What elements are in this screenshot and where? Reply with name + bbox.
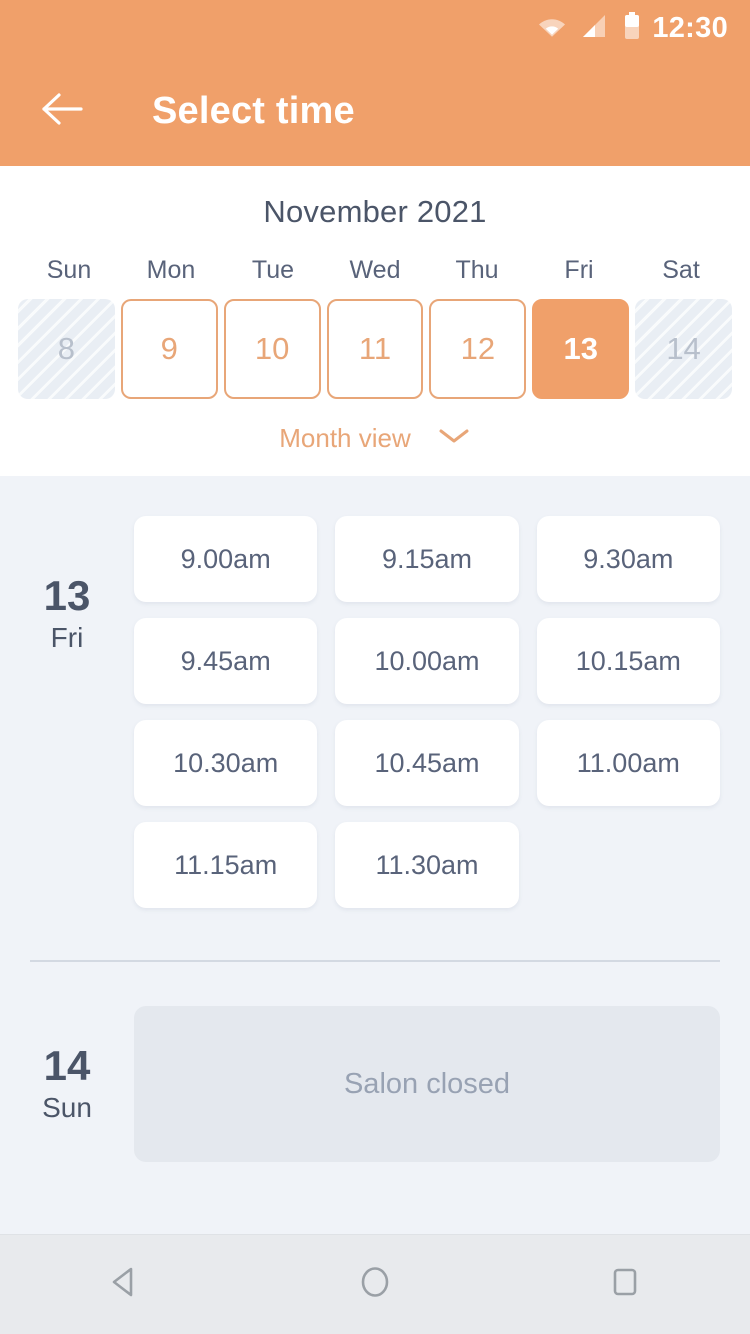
calendar-day-row: 8 9 10 11 12 13 14: [0, 299, 750, 399]
calendar-day-14: 14: [635, 299, 732, 399]
nav-back-triangle-icon: [106, 1263, 144, 1306]
salon-closed-panel: Salon closed: [134, 1006, 720, 1162]
schedule-day-14: 14 Sun Salon closed: [0, 962, 750, 1162]
schedule-day-number: 13: [43, 572, 91, 619]
calendar-month-title: November 2021: [263, 194, 487, 229]
status-bar: 12:30: [0, 0, 750, 56]
chevron-down-icon: [437, 426, 471, 451]
schedule-day-weekday: Sun: [42, 1092, 92, 1124]
schedule-list: 13 Fri 9.00am 9.15am 9.30am 9.45am 10.00…: [0, 476, 750, 1234]
weekday-header-row: Sun Mon Tue Wed Thu Fri Sat: [0, 256, 750, 285]
android-nav-bar: [0, 1234, 750, 1334]
calendar-day-12[interactable]: 12: [429, 299, 527, 399]
weekday-label: Mon: [146, 256, 196, 284]
time-slot[interactable]: 11.30am: [335, 822, 519, 908]
app-bar: Select time: [0, 56, 750, 166]
weekday-label: Sun: [46, 256, 92, 284]
wifi-icon: [538, 15, 566, 42]
calendar-strip: November 2021 Sun Mon Tue Wed Thu Fri Sa…: [0, 166, 750, 476]
schedule-day-weekday: Fri: [50, 622, 84, 654]
time-slot[interactable]: 11.15am: [134, 822, 318, 908]
calendar-day-13[interactable]: 13: [532, 299, 630, 399]
battery-icon: [624, 11, 640, 45]
weekday-label: Tue: [251, 256, 295, 284]
schedule-day-13: 13 Fri 9.00am 9.15am 9.30am 9.45am 10.00…: [0, 516, 750, 908]
schedule-day-label: 13 Fri: [0, 516, 134, 654]
time-slot[interactable]: 10.00am: [335, 618, 519, 704]
weekday-label: Fri: [564, 256, 594, 284]
nav-recents-square-icon: [606, 1263, 644, 1306]
status-bar-clock: 12:30: [652, 11, 728, 44]
nav-home-circle-icon: [356, 1263, 394, 1306]
time-slot[interactable]: 9.45am: [134, 618, 318, 704]
arrow-left-icon: [41, 92, 85, 131]
time-slot[interactable]: 11.00am: [536, 720, 720, 806]
calendar-day-11[interactable]: 11: [326, 299, 424, 399]
time-slot[interactable]: 10.45am: [335, 720, 519, 806]
time-slot[interactable]: 10.30am: [134, 720, 318, 806]
calendar-day-8: 8: [18, 299, 115, 399]
time-slot[interactable]: 9.00am: [134, 516, 318, 602]
nav-home-button[interactable]: [329, 1250, 421, 1320]
nav-back-button[interactable]: [79, 1250, 171, 1320]
cellular-signal-icon: [582, 14, 608, 43]
nav-recents-button[interactable]: [579, 1250, 671, 1320]
schedule-day-label: 14 Sun: [0, 1000, 134, 1124]
weekday-label: Wed: [349, 256, 401, 284]
month-view-toggle[interactable]: Month view: [0, 423, 750, 454]
status-icon-group: [538, 11, 640, 45]
time-slot-grid: 9.00am 9.15am 9.30am 9.45am 10.00am 10.1…: [134, 516, 720, 908]
time-slot[interactable]: 10.15am: [536, 618, 720, 704]
calendar-day-10[interactable]: 10: [223, 299, 321, 399]
weekday-label: Sat: [662, 256, 700, 284]
page-title: Select time: [152, 89, 355, 132]
month-view-label: Month view: [279, 423, 411, 453]
app-screen: 12:30 Select time November 2021 Sun Mon …: [0, 0, 750, 1334]
calendar-day-9[interactable]: 9: [120, 299, 218, 399]
time-slot[interactable]: 9.15am: [335, 516, 519, 602]
back-button[interactable]: [36, 84, 90, 138]
weekday-label: Thu: [455, 256, 499, 284]
time-slot[interactable]: 9.30am: [536, 516, 720, 602]
schedule-day-number: 14: [43, 1041, 91, 1089]
